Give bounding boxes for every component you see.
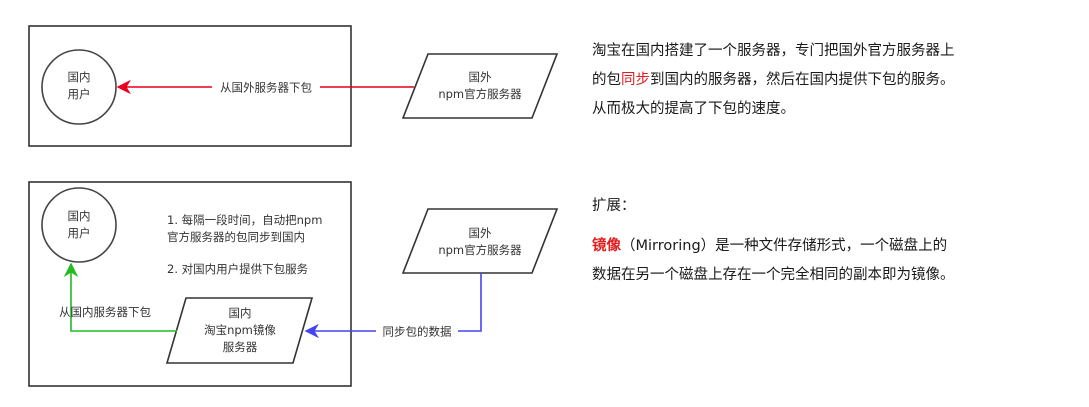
bottom-user-label-line1: 国内 [68,209,91,223]
bottom-server-node [401,208,559,274]
bottom-user-node [41,187,117,263]
top-server-label-line1: 国外 [469,70,492,84]
description-line3: 从而极大的提高了下包的速度。 [592,101,795,117]
extension-description: 镜像（Mirroring）是一种文件存储形式，一个磁盘上的 数据在另一个磁盘上存… [592,232,1072,290]
sync-label: 同步包的数据 [383,325,452,339]
mirror-server-label-line1: 国内 [229,306,252,320]
extension-label: 扩展： [592,198,636,214]
top-user-label-line2: 用户 [68,87,91,101]
extension-line1: 镜像（Mirroring）是一种文件存储形式，一个磁盘上的 [592,232,1072,261]
bottom-user-label-line2: 用户 [68,226,91,240]
top-diagram: 国内 用户 国外 npm官方服务器 从国外服务器下包 [28,25,559,147]
mirror-term: 镜像 [592,238,621,254]
mirror-note-line2: 官方服务器的包同步到国内 [167,230,305,244]
description-line2-before: 的包 [592,72,621,88]
bottom-server-label-line2: npm官方服务器 [438,243,522,257]
mirror-note-line3: 2. 对国内用户提供下包服务 [167,262,309,276]
description-line2: 的包同步到国内的服务器，然后在国内提供下包的服务。 [592,66,1072,95]
npm-mirror-diagram: 国内 用户 国外 npm官方服务器 从国外服务器下包 国内 用户 1. 每隔一段… [28,25,559,387]
mirror-note-line1: 1. 每隔一段时间，自动把npm [167,213,322,227]
description-line1: 淘宝在国内搭建了一个服务器，专门把国外官方服务器上 [592,43,955,59]
mirror-server-label-line2: 淘宝npm镜像 [204,323,276,337]
top-server-label-line2: npm官方服务器 [438,87,522,101]
mirror-description: 淘宝在国内搭建了一个服务器，专门把国外官方服务器上 的包同步到国内的服务器，然后… [592,37,1072,124]
bottom-diagram: 国内 用户 1. 每隔一段时间，自动把npm 官方服务器的包同步到国内 2. 对… [28,181,559,387]
sync-highlight: 同步 [621,72,650,88]
extension-line2: 数据在另一个磁盘上存在一个完全相同的副本即为镜像。 [592,267,955,283]
mirror-server-label-line3: 服务器 [223,340,258,354]
description-line2-after: 到国内的服务器，然后在国内提供下包的服务。 [650,72,955,88]
sync-arrow [304,273,482,339]
top-arrow-label: 从国外服务器下包 [220,81,312,95]
bottom-server-label-line1: 国外 [469,226,492,240]
top-user-label-line1: 国内 [68,70,91,84]
mirror-download-label: 从国内服务器下包 [59,305,151,319]
extension-line1-rest: （Mirroring）是一种文件存储形式，一个磁盘上的 [621,238,948,254]
top-server-node [401,53,559,119]
mirror-download-arrow [63,262,177,332]
